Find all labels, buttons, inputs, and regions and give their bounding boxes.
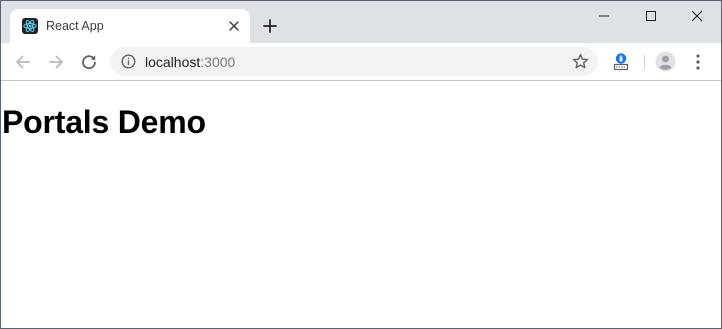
toolbar-separator xyxy=(644,55,645,70)
url-port: :3000 xyxy=(200,54,236,70)
back-arrow-icon[interactable] xyxy=(13,52,33,72)
new-tab-plus-icon[interactable] xyxy=(261,17,279,35)
address-bar[interactable]: localhost:3000 xyxy=(110,47,598,76)
url-text[interactable]: localhost:3000 xyxy=(145,54,235,70)
maximize-icon[interactable] xyxy=(628,1,674,31)
minimize-icon[interactable] xyxy=(581,1,627,31)
profile-icon[interactable] xyxy=(655,51,676,72)
page-heading: Portals Demo xyxy=(2,104,206,140)
reload-icon[interactable] xyxy=(79,52,99,72)
tab-strip: React App xyxy=(1,1,721,43)
tab-title: React App xyxy=(46,19,104,33)
kebab-menu-icon[interactable] xyxy=(690,53,706,71)
extension-icon[interactable] xyxy=(612,52,630,71)
star-icon[interactable] xyxy=(572,53,589,70)
forward-arrow-icon[interactable] xyxy=(46,52,66,72)
tab-react-app[interactable]: React App xyxy=(10,9,250,43)
tab-close-icon[interactable] xyxy=(226,18,242,34)
browser-toolbar: localhost:3000 xyxy=(1,43,721,81)
window-close-icon[interactable] xyxy=(674,1,720,31)
react-logo-icon xyxy=(22,18,38,34)
browser-window: React App localhost:3000 Portals Demo xyxy=(0,0,722,329)
info-icon[interactable] xyxy=(121,54,136,69)
page-viewport: Portals Demo xyxy=(1,81,721,328)
url-host: localhost xyxy=(145,54,201,70)
